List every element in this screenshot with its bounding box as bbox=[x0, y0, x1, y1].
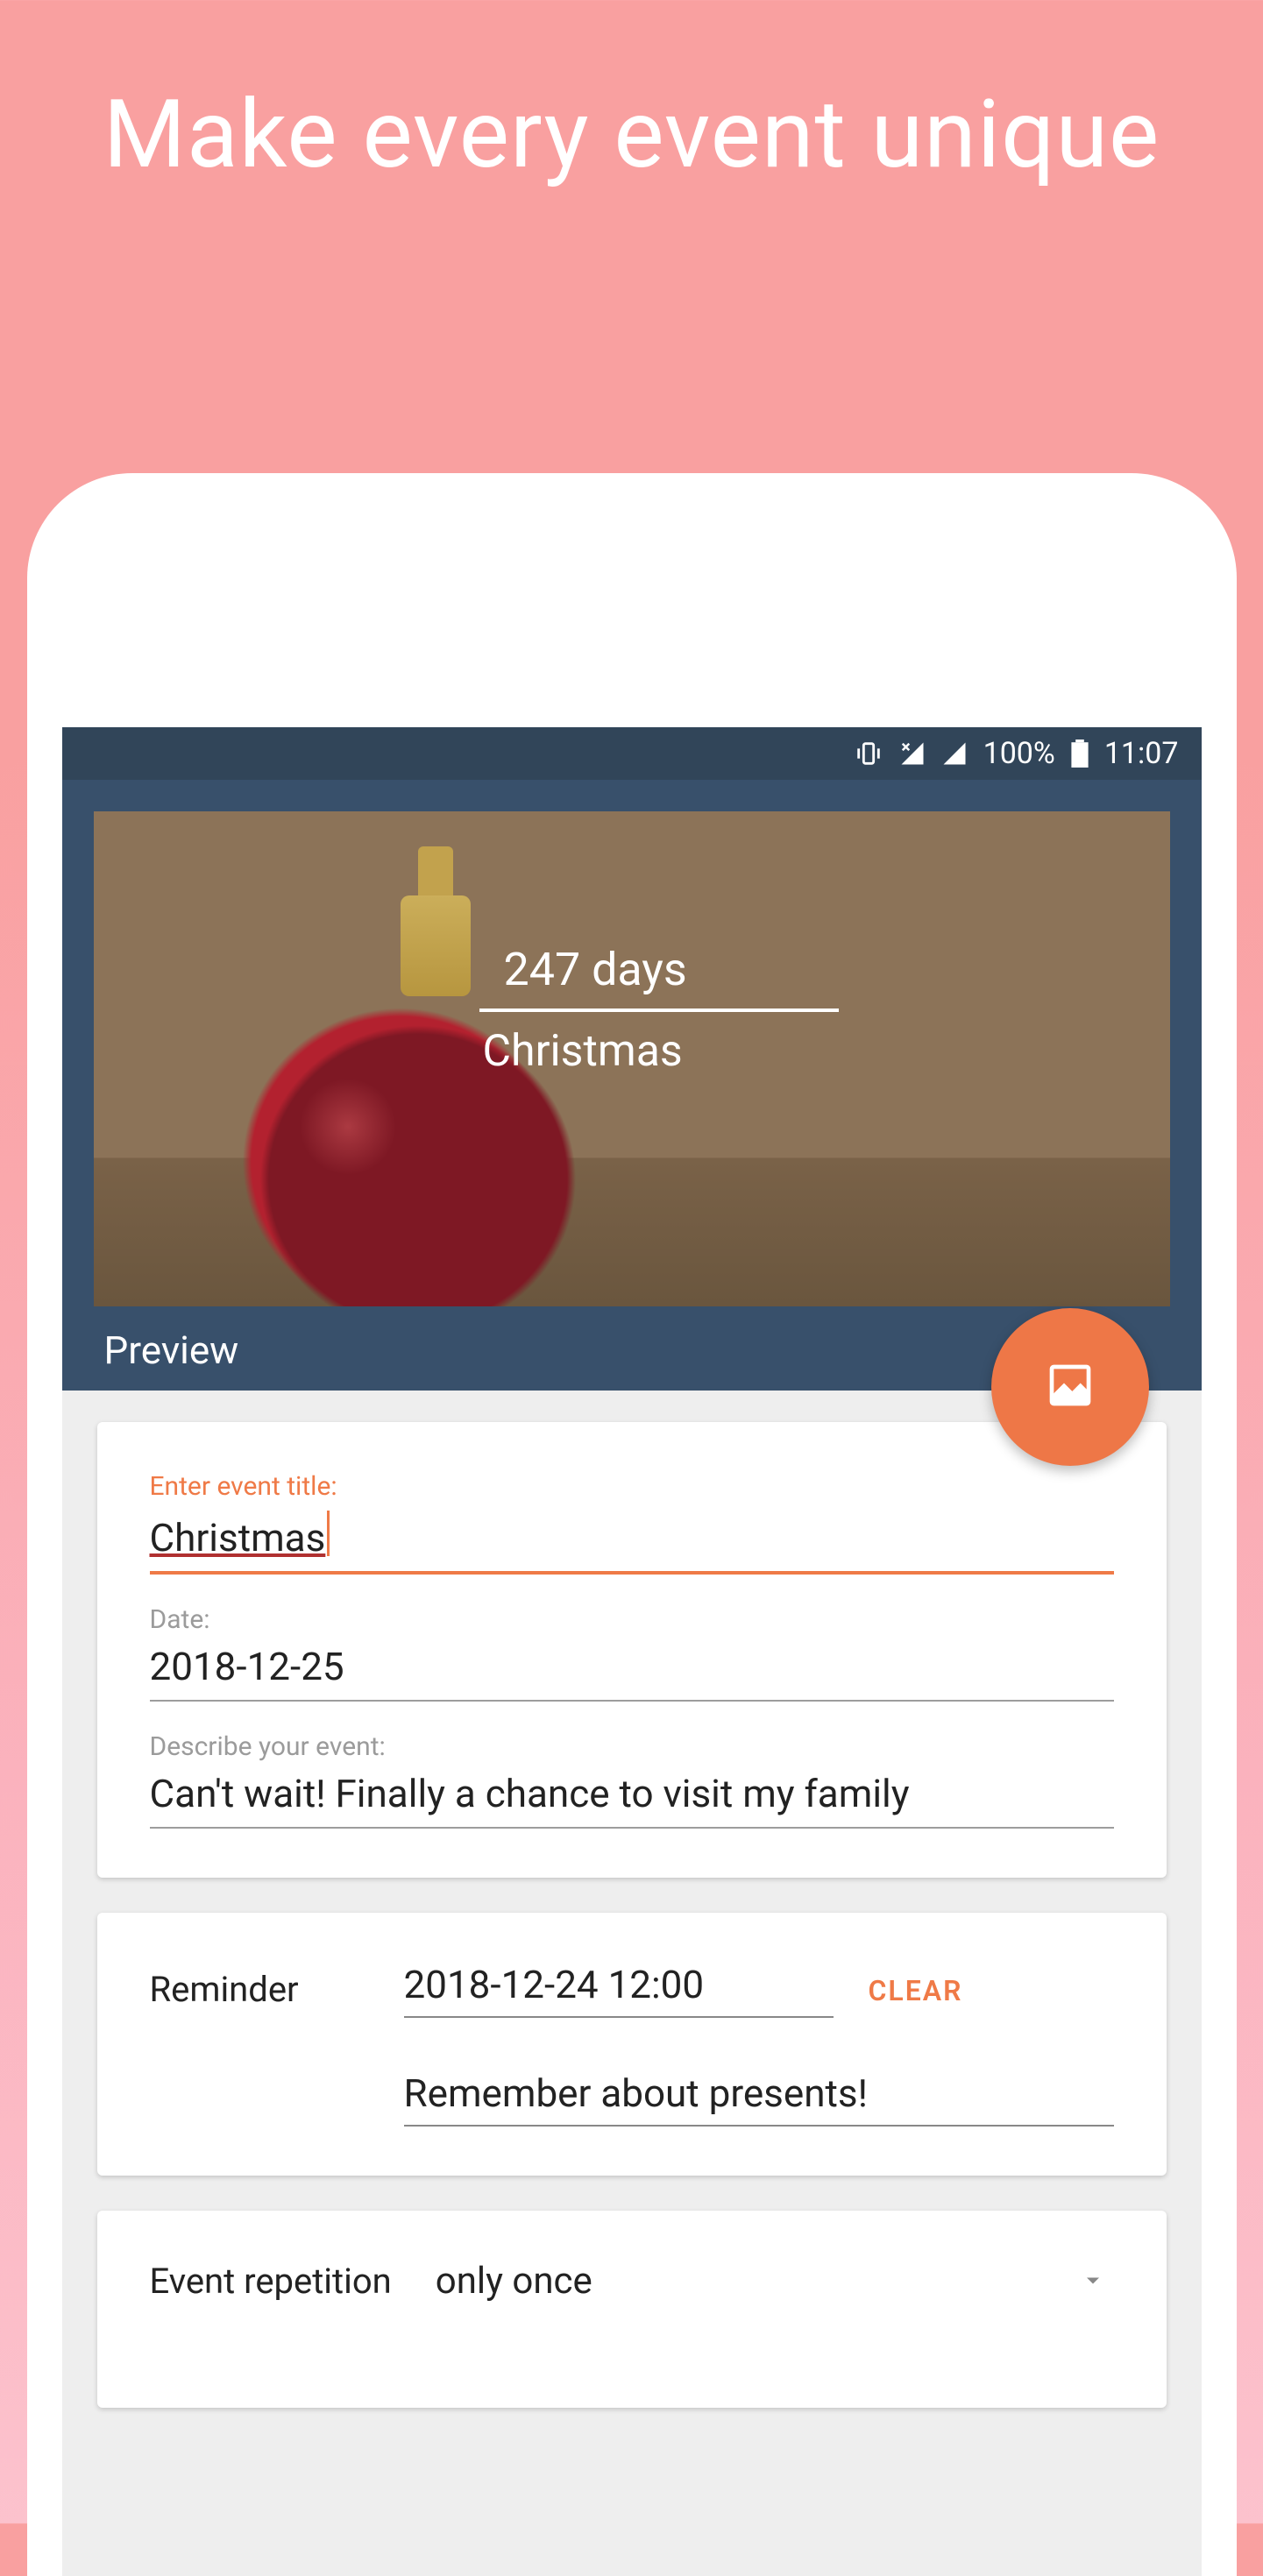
repetition-select[interactable]: only once bbox=[436, 2260, 1114, 2303]
event-date-input[interactable]: 2018-12-25 bbox=[150, 1644, 1114, 1702]
title-label: Enter event title: bbox=[150, 1471, 1114, 1502]
event-title-value: Christmas bbox=[150, 1515, 326, 1560]
clear-button[interactable]: CLEAR bbox=[869, 1962, 963, 2007]
battery-percent: 100% bbox=[983, 736, 1055, 771]
status-bar: 100% 11:07 bbox=[62, 727, 1202, 780]
preview-divider bbox=[479, 1008, 839, 1012]
phone-side-button bbox=[1235, 1349, 1237, 1446]
vibrate-icon bbox=[854, 739, 883, 768]
promo-title: Make every event unique bbox=[0, 0, 1263, 193]
preview-event-name: Christmas bbox=[479, 1026, 1118, 1077]
app-screen: 100% 11:07 247 days Christmas Preview bbox=[62, 727, 1202, 2576]
countdown-days: 247 days bbox=[479, 943, 1118, 1008]
description-label: Describe your event: bbox=[150, 1731, 1114, 1762]
reminder-label: Reminder bbox=[150, 1962, 369, 2010]
repetition-card: Event repetition only once bbox=[97, 2211, 1167, 2408]
preview-image[interactable]: 247 days Christmas bbox=[94, 811, 1170, 1306]
preview-overlay: 247 days Christmas bbox=[479, 943, 1118, 1077]
reminder-datetime-input[interactable]: 2018-12-24 12:00 bbox=[404, 1962, 834, 2018]
event-title-input[interactable]: Christmas bbox=[150, 1511, 1114, 1575]
ornament-decoration bbox=[401, 846, 471, 996]
signal-icon bbox=[941, 740, 968, 767]
repetition-label: Event repetition bbox=[150, 2261, 392, 2302]
preview-header: 247 days Christmas Preview bbox=[62, 780, 1202, 1391]
phone-frame: 100% 11:07 247 days Christmas Preview bbox=[27, 473, 1237, 2576]
chevron-down-icon bbox=[1081, 2260, 1105, 2303]
event-details-card: Enter event title: Christmas Date: 2018-… bbox=[97, 1422, 1167, 1878]
reminder-note-input[interactable]: Remember about presents! bbox=[404, 2070, 1114, 2127]
content-area: Enter event title: Christmas Date: 2018-… bbox=[62, 1391, 1202, 2408]
text-cursor bbox=[327, 1511, 330, 1556]
signal-x-icon bbox=[899, 740, 926, 767]
image-icon bbox=[1046, 1361, 1095, 1413]
change-image-button[interactable] bbox=[991, 1308, 1149, 1466]
reminder-card: Reminder 2018-12-24 12:00 CLEAR Remember… bbox=[97, 1913, 1167, 2176]
battery-icon bbox=[1071, 740, 1089, 768]
date-label: Date: bbox=[150, 1604, 1114, 1635]
phone-side-button bbox=[1235, 1481, 1237, 1656]
clock-time: 11:07 bbox=[1104, 736, 1179, 771]
repetition-value: only once bbox=[436, 2260, 592, 2303]
event-description-input[interactable]: Can't wait! Finally a chance to visit my… bbox=[150, 1771, 1114, 1829]
